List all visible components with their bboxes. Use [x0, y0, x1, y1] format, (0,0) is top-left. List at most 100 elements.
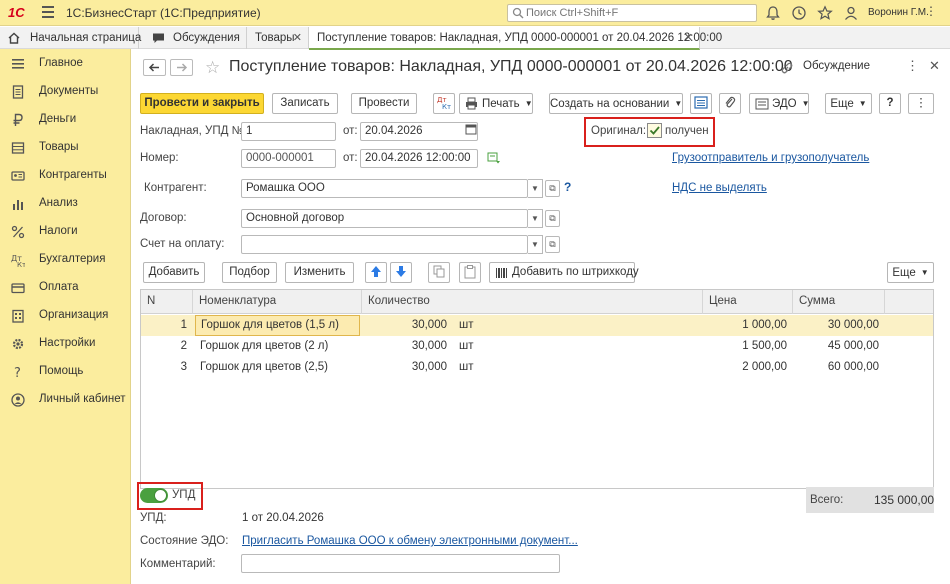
- attach-file-button[interactable]: [719, 93, 741, 114]
- tab-receipt-document[interactable]: Поступление товаров: Накладная, УПД 0000…: [309, 27, 722, 50]
- sidebar-item-payment[interactable]: Оплата: [0, 275, 131, 301]
- dt-kt-button[interactable]: Дт Кт: [433, 93, 455, 114]
- sum-cell[interactable]: 45 000,00: [793, 336, 879, 357]
- goods-table[interactable]: N Номенклатура Количество Цена Сумма 1 Г…: [140, 289, 934, 489]
- print-button[interactable]: Печать ▼: [459, 93, 533, 114]
- column-header-price[interactable]: Цена: [703, 290, 793, 314]
- main-menu-icon[interactable]: [42, 6, 54, 18]
- edo-button[interactable]: ЭДО ▼: [749, 93, 810, 114]
- create-based-on-button[interactable]: Создать на основании ▼: [549, 93, 683, 114]
- sidebar-item-money[interactable]: Деньги: [0, 107, 131, 133]
- table-more-button[interactable]: Еще ▼: [887, 262, 934, 283]
- price-cell[interactable]: 1 500,00: [703, 336, 787, 357]
- column-header-quantity[interactable]: Количество: [362, 290, 703, 314]
- sidebar-item-goods[interactable]: Товары: [0, 135, 131, 161]
- post-button[interactable]: Провести: [351, 93, 417, 114]
- sidebar-item-counterparties[interactable]: Контрагенты: [0, 163, 131, 189]
- close-form-icon[interactable]: ✕: [929, 58, 940, 74]
- date-settings-icon[interactable]: [487, 152, 501, 164]
- close-tab-icon[interactable]: ✕: [684, 27, 693, 49]
- discussion-button[interactable]: Обсуждение: [803, 60, 870, 72]
- paste-row-button[interactable]: [459, 262, 481, 283]
- invoice-payment-dropdown-icon[interactable]: ▼: [528, 235, 543, 254]
- invoice-date-field[interactable]: 20.04.2026: [360, 122, 478, 141]
- price-cell[interactable]: 2 000,00: [703, 357, 787, 378]
- edit-row-button[interactable]: Изменить: [285, 262, 354, 283]
- favorite-star-icon[interactable]: ☆: [205, 58, 220, 78]
- structure-button[interactable]: [690, 93, 712, 114]
- window-menu-icon[interactable]: ⋮: [924, 4, 938, 20]
- counterparty-dropdown-icon[interactable]: ▼: [528, 179, 543, 198]
- counterparty-field[interactable]: Ромашка ООО: [241, 179, 528, 198]
- forward-button[interactable]: [170, 59, 193, 76]
- more-actions-icon[interactable]: ⋮: [906, 58, 919, 74]
- sidebar-item-main[interactable]: Главное: [0, 51, 131, 77]
- item-name-cell[interactable]: Горшок для цветов (2,5): [200, 357, 360, 378]
- tab-discussions[interactable]: Обсуждения: [139, 27, 247, 49]
- more-actions-button[interactable]: ⋮: [908, 93, 934, 114]
- number-field[interactable]: 0000-000001: [241, 149, 336, 168]
- sidebar-item-help[interactable]: ? Помощь: [0, 359, 131, 385]
- number-date-field[interactable]: 20.04.2026 12:00:00: [360, 149, 478, 168]
- post-and-close-button[interactable]: Провести и закрыть: [140, 93, 264, 114]
- bell-icon[interactable]: [765, 5, 781, 21]
- edo-invite-link[interactable]: Пригласить Ромашка ООО к обмену электрон…: [242, 535, 578, 547]
- move-down-button[interactable]: [390, 262, 412, 283]
- comment-field[interactable]: [241, 554, 560, 573]
- contract-field[interactable]: Основной договор: [241, 209, 528, 228]
- original-received-checkbox[interactable]: [647, 123, 662, 138]
- history-icon[interactable]: [791, 5, 807, 21]
- upd-toggle[interactable]: [140, 488, 168, 503]
- add-row-button[interactable]: Добавить: [143, 262, 205, 283]
- help-button[interactable]: ?: [879, 93, 901, 114]
- quantity-cell[interactable]: 30,000: [362, 357, 447, 378]
- sum-cell[interactable]: 30 000,00: [793, 315, 879, 336]
- contract-dropdown-icon[interactable]: ▼: [528, 209, 543, 228]
- quantity-cell[interactable]: 30,000: [362, 336, 447, 357]
- more-button[interactable]: Еще ▼: [825, 93, 872, 114]
- invoice-payment-open-icon[interactable]: ⧉: [545, 236, 560, 253]
- user-icon[interactable]: [843, 5, 859, 21]
- pick-button[interactable]: Подбор: [222, 262, 277, 283]
- sidebar-item-organization[interactable]: Организация: [0, 303, 131, 329]
- table-row[interactable]: 2 Горшок для цветов (2 л) 30,000 шт 1 50…: [141, 336, 933, 357]
- quantity-cell[interactable]: 30,000: [362, 315, 447, 336]
- shipper-consignee-link[interactable]: Грузоотправитель и грузополучатель: [672, 152, 869, 164]
- contract-open-icon[interactable]: ⧉: [545, 210, 560, 227]
- sidebar-item-analysis[interactable]: Анализ: [0, 191, 131, 217]
- sidebar-item-taxes[interactable]: Налоги: [0, 219, 131, 245]
- move-up-button[interactable]: [365, 262, 387, 283]
- table-row[interactable]: 3 Горшок для цветов (2,5) 30,000 шт 2 00…: [141, 357, 933, 378]
- vat-link[interactable]: НДС не выделять: [672, 182, 767, 194]
- global-search[interactable]: [507, 4, 757, 22]
- counterparty-open-icon[interactable]: ⧉: [545, 180, 560, 197]
- counterparty-help-icon[interactable]: ?: [564, 180, 571, 194]
- copy-row-button[interactable]: [428, 262, 450, 283]
- sidebar-item-accounting[interactable]: Дт Кт Бухгалтерия: [0, 247, 131, 273]
- calendar-icon[interactable]: [463, 123, 478, 140]
- unit-cell[interactable]: шт: [459, 336, 499, 357]
- invoice-number-field[interactable]: 1: [241, 122, 336, 141]
- column-header-n[interactable]: N: [141, 290, 193, 314]
- favorites-icon[interactable]: [817, 5, 833, 21]
- link-icon[interactable]: [780, 61, 794, 75]
- back-button[interactable]: [143, 59, 166, 76]
- sum-cell[interactable]: 60 000,00: [793, 357, 879, 378]
- search-input[interactable]: [526, 6, 751, 20]
- close-tab-icon[interactable]: ✕: [293, 27, 302, 49]
- column-header-sum[interactable]: Сумма: [793, 290, 885, 314]
- sidebar-item-settings[interactable]: Настройки: [0, 331, 131, 357]
- tab-home[interactable]: Начальная страница: [0, 27, 141, 49]
- sidebar-item-documents[interactable]: Документы: [0, 79, 131, 105]
- item-name-cell[interactable]: Горшок для цветов (2 л): [200, 336, 360, 357]
- tab-goods[interactable]: Товары ✕: [247, 27, 309, 49]
- invoice-payment-field[interactable]: [241, 235, 528, 254]
- table-row[interactable]: 1 Горшок для цветов (1,5 л) 30,000 шт 1 …: [141, 315, 933, 336]
- unit-cell[interactable]: шт: [459, 357, 499, 378]
- sidebar-item-account[interactable]: Личный кабинет: [0, 387, 131, 413]
- save-button[interactable]: Записать: [272, 93, 338, 114]
- item-name-cell[interactable]: Горшок для цветов (1,5 л): [195, 315, 360, 336]
- price-cell[interactable]: 1 000,00: [703, 315, 787, 336]
- column-header-item[interactable]: Номенклатура: [193, 290, 362, 314]
- add-by-barcode-button[interactable]: Добавить по штрихкоду: [489, 262, 639, 283]
